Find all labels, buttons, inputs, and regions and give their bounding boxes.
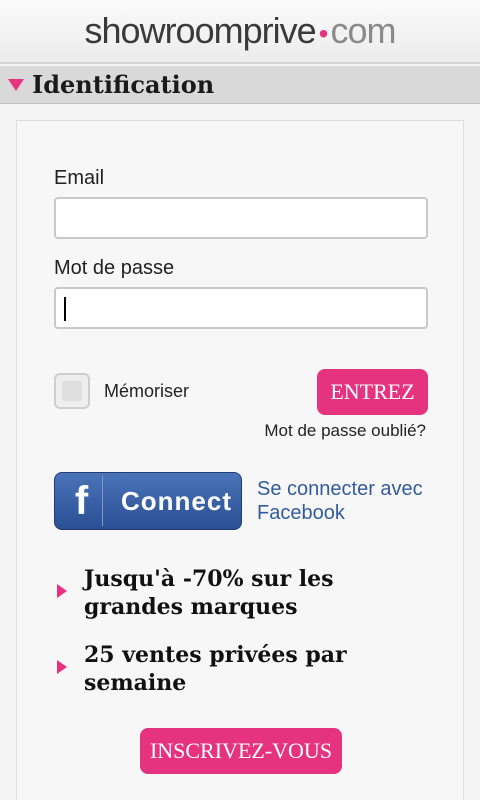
enter-button[interactable]: ENTREZ [317, 369, 428, 415]
signup-button[interactable]: INSCRIVEZ-VOUS [140, 728, 342, 774]
forgot-password-link[interactable]: Mot de passe oublié? [264, 421, 426, 441]
password-label: Mot de passe [54, 257, 175, 279]
logo-dot: • [318, 18, 329, 49]
facebook-connect-link[interactable]: Se connecter avec Facebook [257, 477, 427, 525]
login-card: Email Mot de passe Mémoriser ENTREZ Mot … [16, 120, 464, 800]
email-field[interactable] [54, 197, 428, 239]
collapse-triangle-icon [8, 79, 24, 91]
facebook-connect-label: Connect [121, 485, 232, 516]
logo-com: com [330, 10, 396, 51]
promo-item: Jusqu'à -70% sur les grandes marques [84, 566, 334, 620]
email-label: Email [54, 167, 105, 189]
section-title: Identification [32, 70, 215, 99]
logo-brand: showroomprive [84, 10, 317, 51]
password-field[interactable] [54, 287, 428, 329]
bullet-triangle-icon [57, 584, 67, 598]
facebook-connect-button[interactable]: f Connect [54, 472, 242, 530]
remember-checkbox[interactable] [54, 373, 90, 409]
showroomprive-logo[interactable]: showroomprive •com [84, 10, 397, 52]
facebook-icon: f [61, 476, 103, 526]
identification-header[interactable]: Identification [0, 66, 480, 104]
bullet-triangle-icon [57, 660, 67, 674]
top-bar: showroomprive •com [0, 0, 480, 64]
remember-label: Mémoriser [104, 381, 190, 401]
promo-item: 25 ventes privées par semaine [84, 642, 347, 696]
